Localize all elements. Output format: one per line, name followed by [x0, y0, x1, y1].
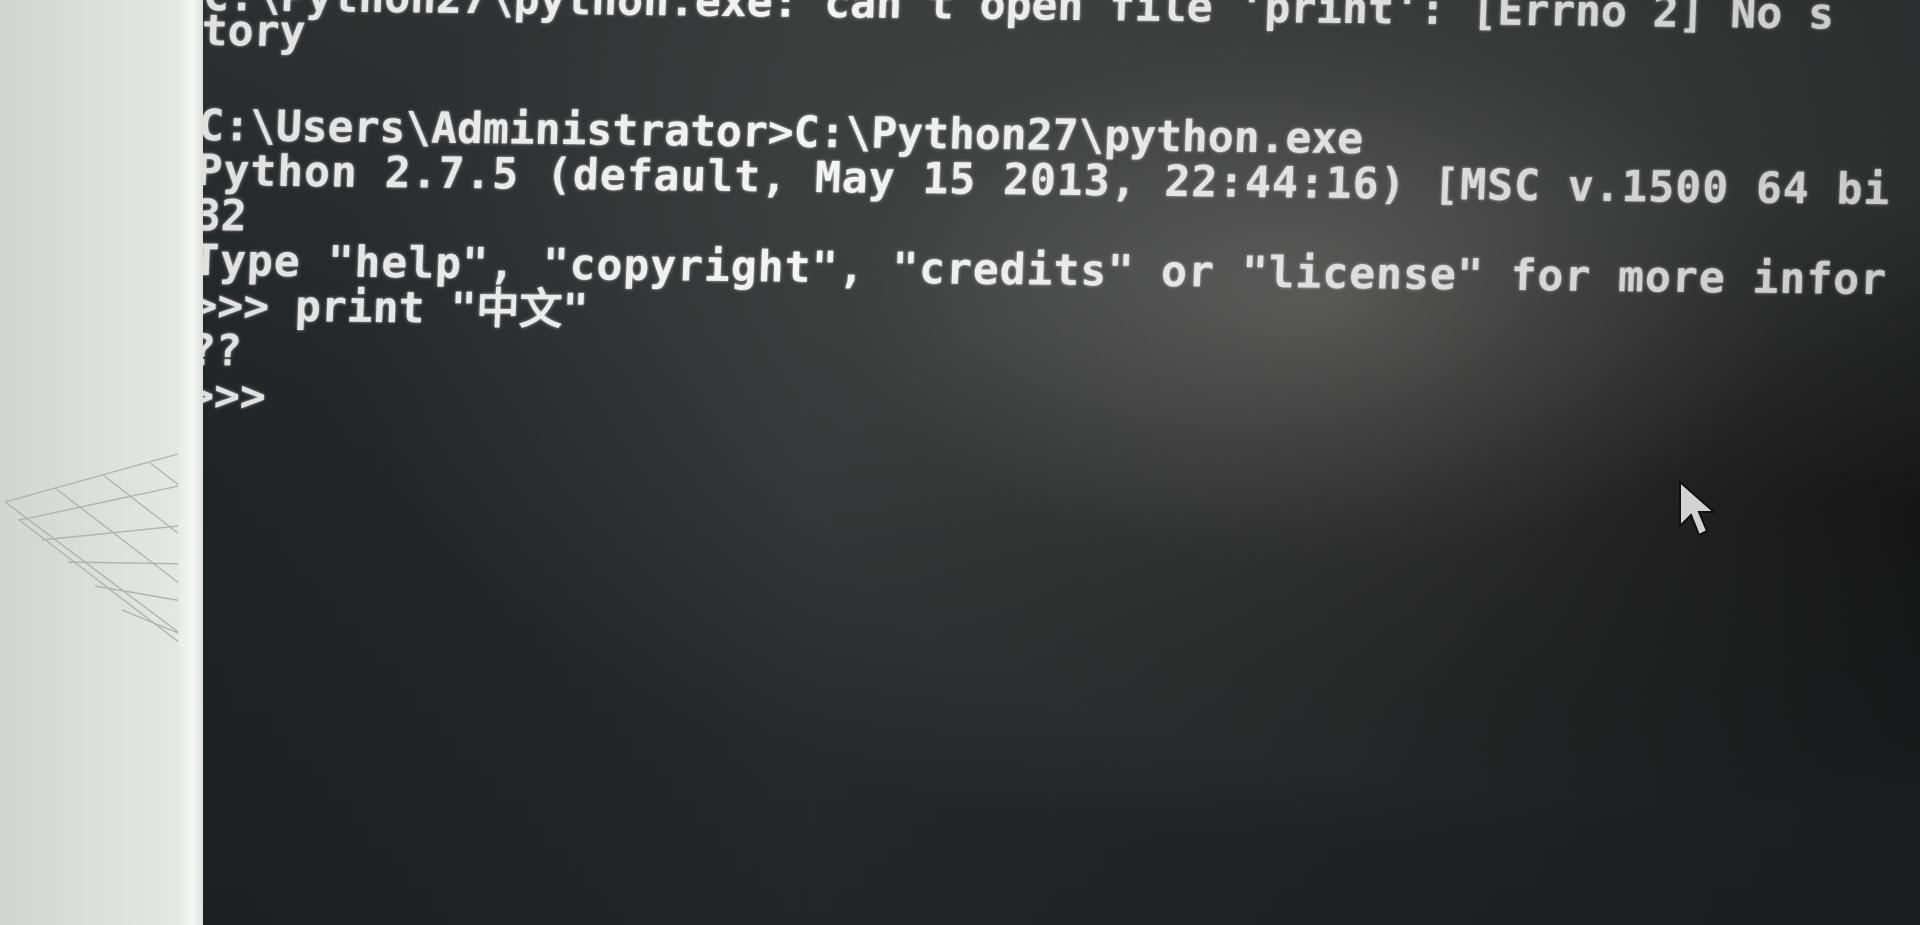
- console-window-left-border: [178, 0, 206, 925]
- python-version-continuation-line: 32: [203, 190, 248, 242]
- python-interactive-prompt[interactable]: >>>: [203, 371, 267, 422]
- python-version-line: Python 2.7.5 (default, May 15 2013, 22:4…: [203, 145, 1892, 216]
- desktop-background-left: [0, 0, 205, 925]
- arrow-cursor-icon: [1679, 480, 1717, 537]
- grid-sketch-graphic: [4, 451, 190, 644]
- error-output-line: C:\Python27\python.exe: can't open file …: [203, 0, 1835, 40]
- terminal-output[interactable]: C:\Python27\python.exe: can't open file …: [203, 0, 1920, 925]
- python-output-line: ??: [203, 325, 243, 377]
- console-window[interactable]: C:\Python27\python.exe: can't open file …: [203, 0, 1920, 925]
- python-print-command-line: >>> print "中文": [203, 280, 590, 336]
- error-output-continuation-line: tory: [203, 5, 307, 58]
- photo-of-monitor: C:\Python27\python.exe: can't open file …: [0, 0, 1920, 925]
